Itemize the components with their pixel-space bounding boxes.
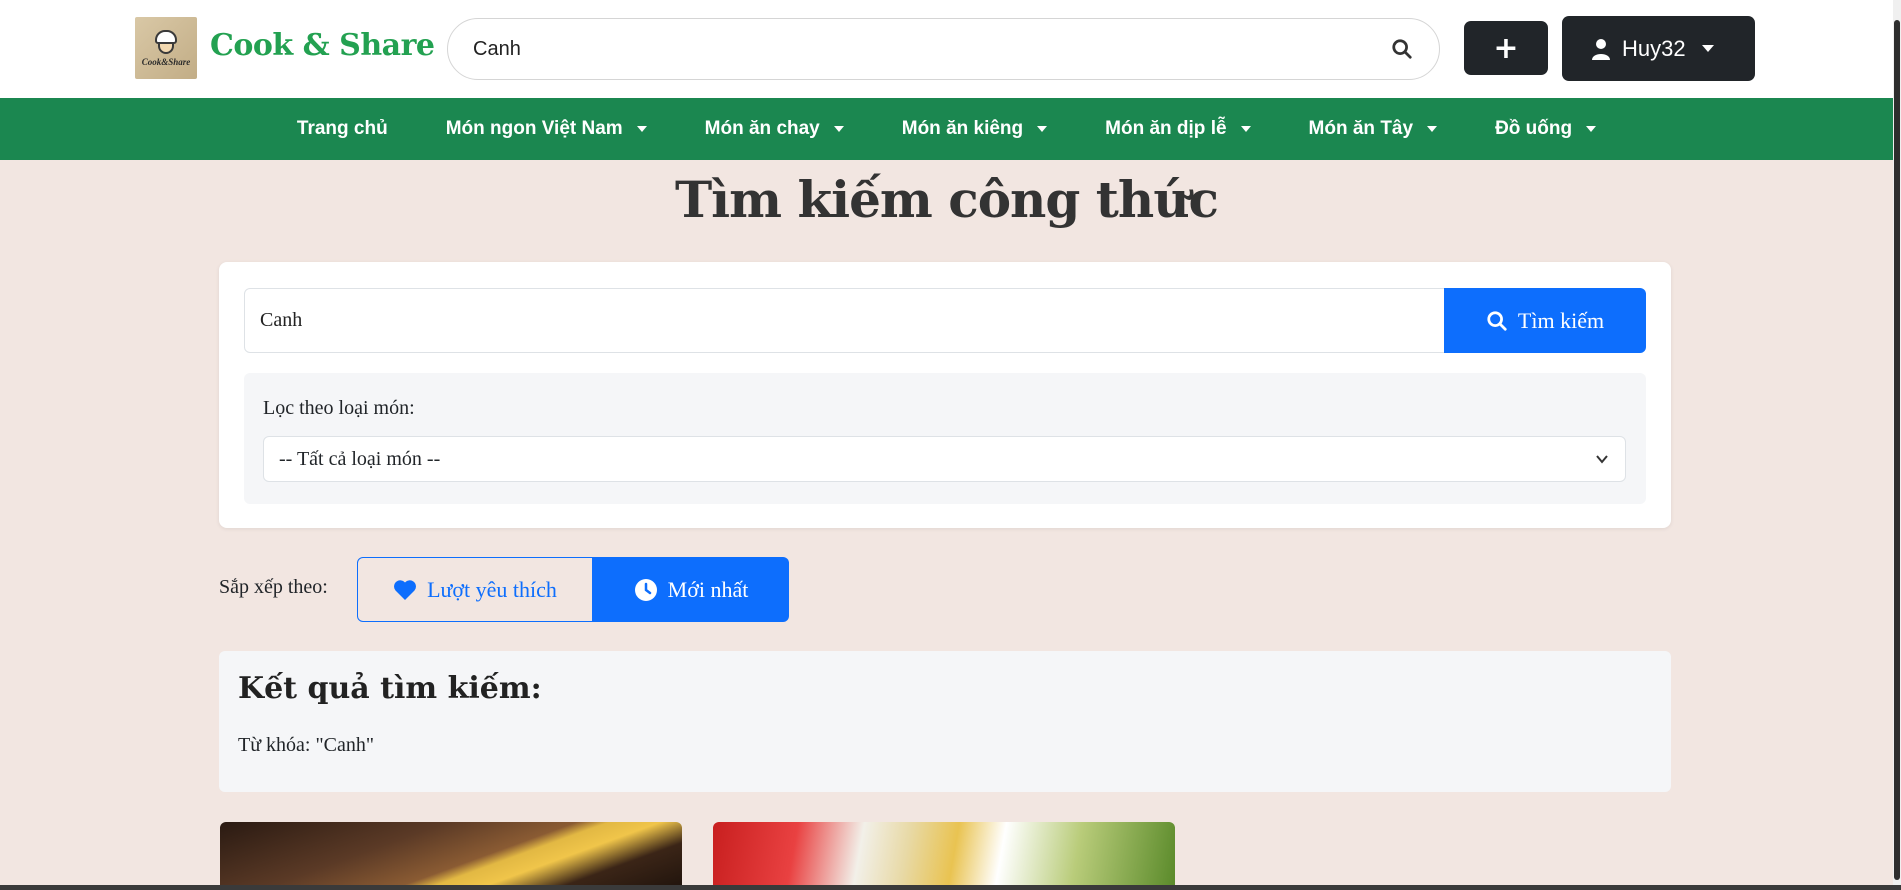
- chef-face-icon: [158, 41, 174, 54]
- recipe-card-image[interactable]: [713, 822, 1175, 890]
- nav-item-label: Món ăn dịp lễ: [1105, 118, 1227, 139]
- search-button[interactable]: Tìm kiếm: [1444, 288, 1646, 353]
- chevron-down-icon: [1037, 126, 1048, 132]
- sort-by-newest-label: Mới nhất: [667, 576, 749, 602]
- filter-label: Lọc theo loại món:: [263, 397, 415, 419]
- filter-panel: Lọc theo loại món: -- Tất cả loại món --: [244, 373, 1646, 504]
- nav-item-vietnamese[interactable]: Món ngon Việt Nam: [417, 118, 676, 140]
- scrollbar-thumb[interactable]: [1894, 20, 1900, 880]
- nav-item-home[interactable]: Trang chủ: [268, 118, 417, 140]
- user-icon: [1592, 38, 1610, 60]
- search-card: Tìm kiếm Lọc theo loại món: -- Tất cả lo…: [219, 262, 1671, 528]
- chevron-down-icon: [1586, 126, 1597, 132]
- category-select-value: -- Tất cả loại món --: [279, 447, 441, 470]
- heart-icon: [394, 579, 417, 600]
- add-recipe-button[interactable]: +: [1464, 21, 1548, 75]
- nav-item-diet[interactable]: Món ăn kiêng: [873, 118, 1076, 140]
- results-title: Kết quả tìm kiếm:: [238, 671, 542, 706]
- sort-by-likes-button[interactable]: Lượt yêu thích: [357, 557, 593, 622]
- clock-icon: [634, 578, 657, 601]
- nav-item-label: Trang chủ: [296, 118, 388, 139]
- results-keyword: Từ khóa: "Canh": [238, 734, 375, 756]
- search-button-label: Tìm kiếm: [1517, 307, 1605, 333]
- chevron-down-icon: [1427, 126, 1438, 132]
- nav-item-drinks[interactable]: Đồ uống: [1466, 118, 1625, 140]
- chevron-down-icon: [1701, 45, 1714, 52]
- nav-item-label: Món ngon Việt Nam: [445, 118, 623, 139]
- sort-toggle-group: Lượt yêu thích Mới nhất: [357, 557, 789, 622]
- results-header: Kết quả tìm kiếm: Từ khóa: "Canh": [219, 651, 1671, 792]
- user-name: Huy32: [1622, 35, 1686, 61]
- nav-item-label: Món ăn kiêng: [901, 118, 1024, 139]
- recipe-card-image[interactable]: [220, 822, 682, 890]
- chevron-down-icon: [833, 126, 844, 132]
- nav-item-label: Món ăn Tây: [1308, 118, 1414, 139]
- nav-item-vegetarian[interactable]: Món ăn chay: [676, 118, 873, 140]
- recipe-search-input[interactable]: [244, 288, 1454, 353]
- nav-item-western[interactable]: Món ăn Tây: [1280, 118, 1467, 140]
- sort-label: Sắp xếp theo:: [219, 576, 328, 598]
- logo-text: Cook&Share: [141, 56, 191, 67]
- top-header: Cook&Share Cook & Share + Huy32: [0, 0, 1893, 98]
- search-icon[interactable]: [1391, 38, 1413, 60]
- brand-name[interactable]: Cook & Share: [210, 28, 435, 63]
- user-menu-button[interactable]: Huy32: [1562, 16, 1755, 81]
- header-search-input[interactable]: [473, 33, 1353, 65]
- nav-item-label: Đồ uống: [1495, 118, 1573, 139]
- chevron-down-icon: [1240, 126, 1251, 132]
- main-nav: Trang chủ Món ngon Việt Nam Món ăn chay …: [0, 98, 1893, 160]
- category-select[interactable]: -- Tất cả loại món --: [263, 436, 1626, 482]
- header-search-bar: [447, 18, 1440, 80]
- nav-item-holiday[interactable]: Món ăn dịp lễ: [1076, 118, 1279, 140]
- nav-item-label: Món ăn chay: [704, 118, 820, 139]
- sort-by-newest-button[interactable]: Mới nhất: [593, 557, 789, 622]
- sort-by-likes-label: Lượt yêu thích: [427, 576, 557, 602]
- scrollbar-track[interactable]: [1893, 0, 1901, 890]
- search-icon: [1487, 310, 1507, 331]
- window-bottom-edge: [0, 885, 1901, 890]
- page-title: Tìm kiếm công thức: [674, 170, 1219, 229]
- chevron-down-icon: [636, 126, 647, 132]
- logo-image[interactable]: Cook&Share: [135, 17, 197, 79]
- chevron-down-icon: [1596, 455, 1608, 464]
